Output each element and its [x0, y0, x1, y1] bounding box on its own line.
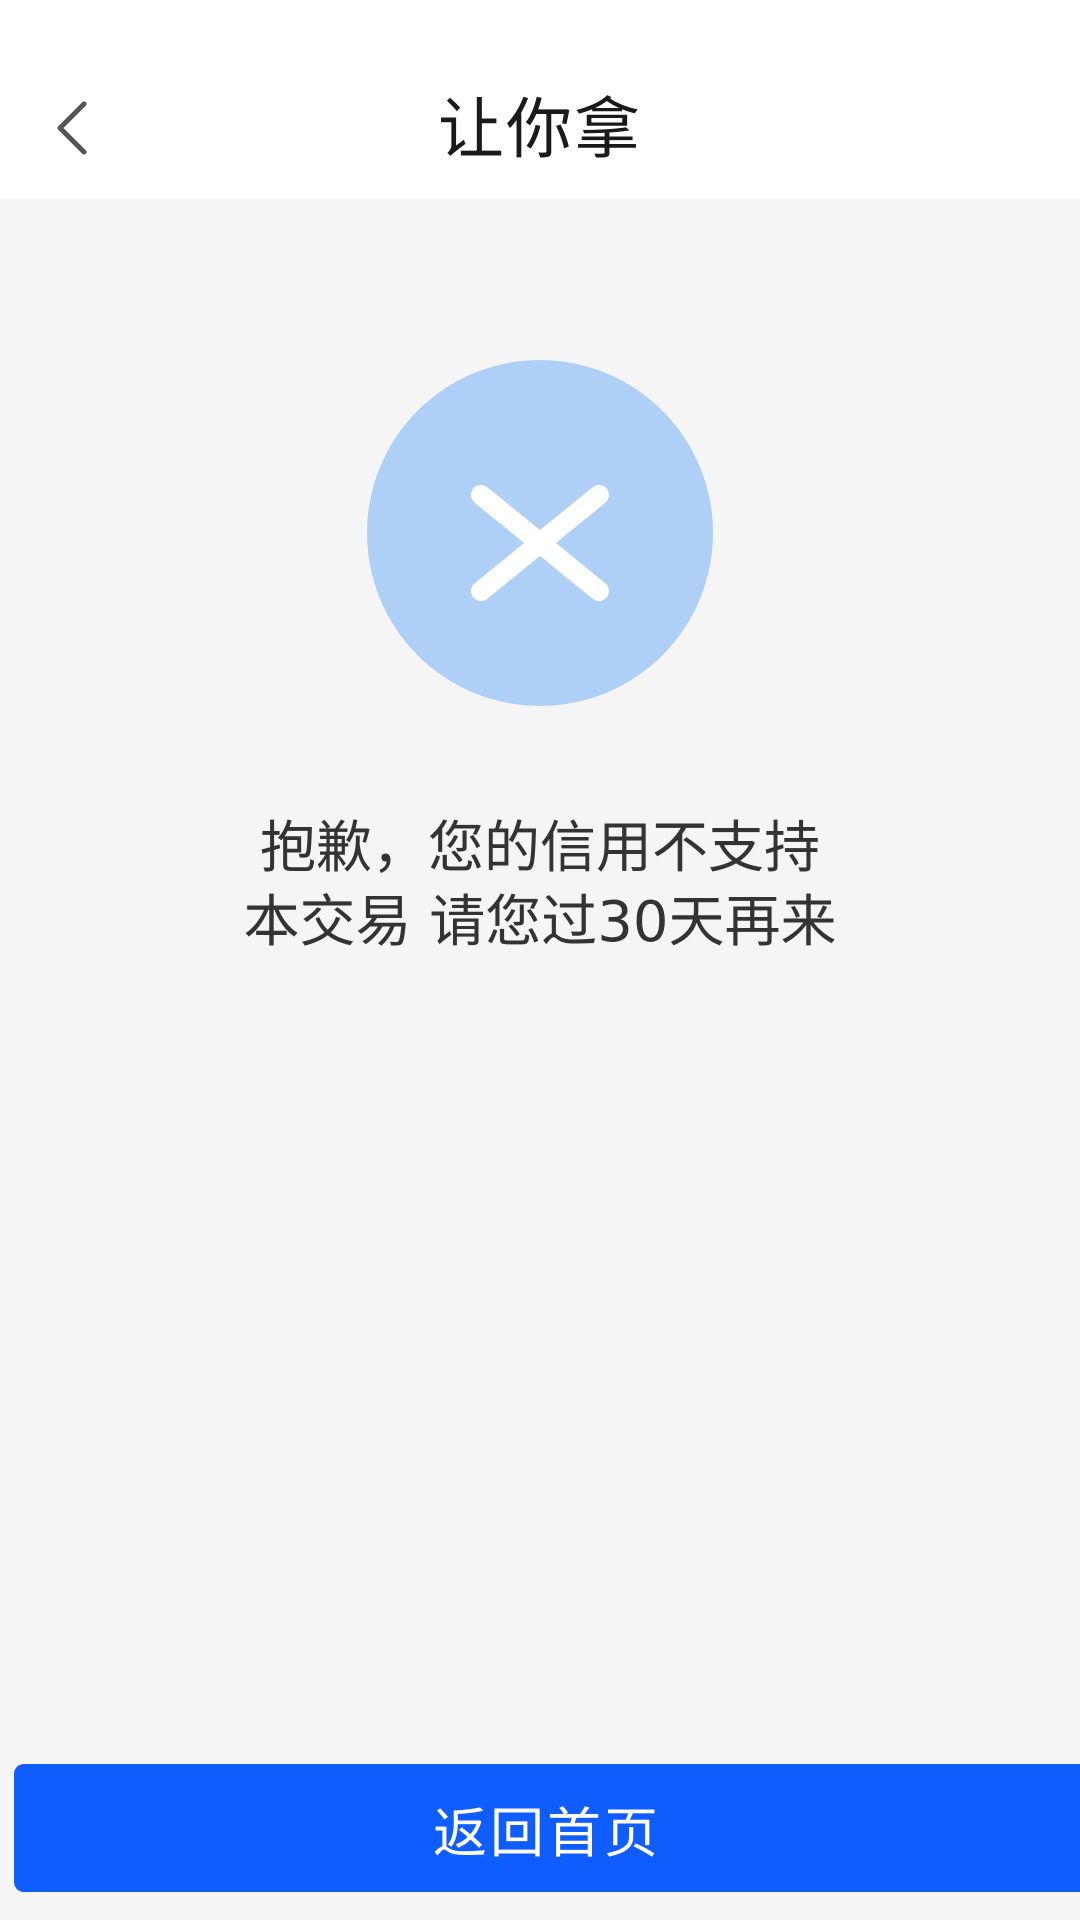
result-status-circle [367, 360, 713, 706]
app-header: 让你拿 [0, 60, 1080, 199]
status-bar [0, 0, 1080, 60]
back-button[interactable] [34, 92, 110, 168]
page-title: 让你拿 [438, 91, 642, 168]
return-home-label: 返回首页 [433, 1801, 661, 1865]
chevron-left-icon [52, 98, 92, 162]
result-message: 抱歉，您的信用不支持 本交易 请您过30天再来 [140, 812, 940, 960]
message-line-1: 抱歉，您的信用不支持 [260, 816, 820, 881]
return-home-button[interactable]: 返回首页 [14, 1764, 1080, 1892]
message-line-2: 本交易 请您过30天再来 [243, 890, 837, 955]
